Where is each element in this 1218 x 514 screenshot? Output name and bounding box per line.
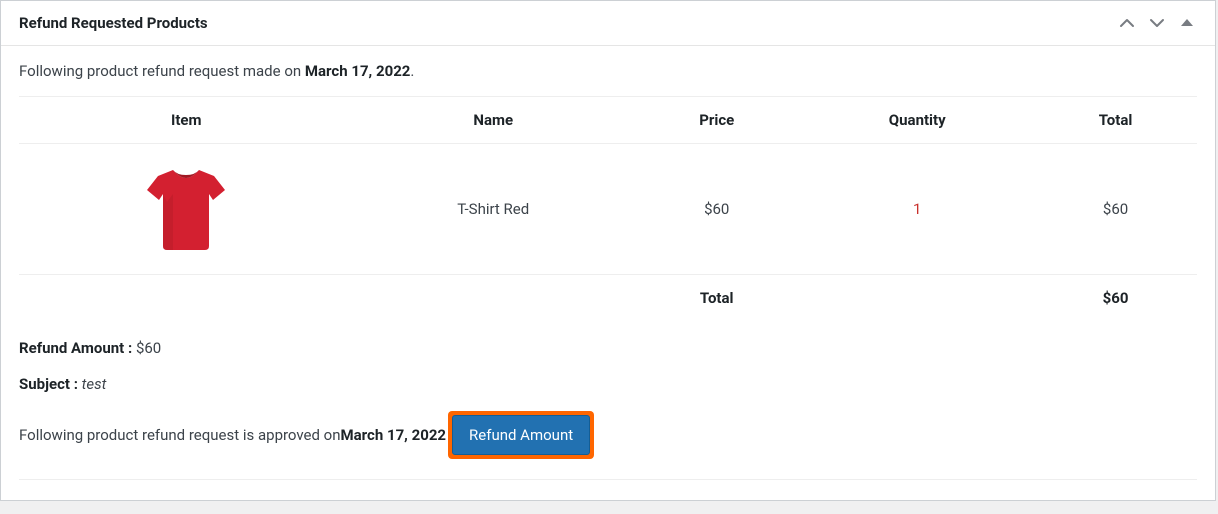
cell-item bbox=[19, 144, 353, 275]
table-row: T-Shirt Red $60 1 $60 bbox=[19, 144, 1197, 275]
subject-label: Subject : bbox=[19, 375, 82, 393]
panel-controls bbox=[1117, 13, 1197, 33]
move-up-icon[interactable] bbox=[1117, 13, 1137, 33]
footer-total-label: Total bbox=[633, 275, 800, 322]
refund-panel: Refund Requested Products Following prod… bbox=[0, 0, 1216, 501]
cell-price: $60 bbox=[633, 144, 800, 275]
panel-title: Refund Requested Products bbox=[19, 14, 208, 32]
refund-items-table: Item Name Price Quantity Total bbox=[19, 96, 1197, 321]
cell-quantity: 1 bbox=[800, 144, 1034, 275]
cell-total: $60 bbox=[1034, 144, 1197, 275]
refund-amount-line: Refund Amount : $60 bbox=[19, 339, 1197, 357]
subject-line: Subject : test bbox=[19, 375, 1197, 393]
intro-text: Following product refund request made on… bbox=[19, 62, 1197, 80]
footer-total-value: $60 bbox=[1034, 275, 1197, 322]
approval-date: March 17, 2022 bbox=[341, 426, 447, 444]
refund-button-highlight: Refund Amount bbox=[448, 411, 594, 459]
col-item: Item bbox=[19, 97, 353, 144]
table-header-row: Item Name Price Quantity Total bbox=[19, 97, 1197, 144]
approval-row: Following product refund request is appr… bbox=[19, 411, 1197, 480]
table-footer-row: Total $60 bbox=[19, 275, 1197, 322]
intro-suffix: . bbox=[410, 62, 414, 80]
col-quantity: Quantity bbox=[800, 97, 1034, 144]
panel-body: Following product refund request made on… bbox=[1, 46, 1215, 500]
intro-date: March 17, 2022 bbox=[305, 62, 411, 80]
toggle-panel-icon[interactable] bbox=[1177, 13, 1197, 33]
refund-amount-label: Refund Amount : bbox=[19, 339, 136, 357]
col-total: Total bbox=[1034, 97, 1197, 144]
col-name: Name bbox=[353, 97, 633, 144]
refund-amount-value: $60 bbox=[136, 339, 161, 357]
col-price: Price bbox=[633, 97, 800, 144]
intro-prefix: Following product refund request made on bbox=[19, 62, 305, 80]
approval-prefix: Following product refund request is appr… bbox=[19, 426, 341, 444]
panel-header: Refund Requested Products bbox=[1, 1, 1215, 46]
refund-amount-button[interactable]: Refund Amount bbox=[452, 415, 590, 455]
cell-name: T-Shirt Red bbox=[353, 144, 633, 275]
subject-value: test bbox=[82, 375, 107, 393]
product-thumbnail bbox=[141, 164, 231, 254]
move-down-icon[interactable] bbox=[1147, 13, 1167, 33]
